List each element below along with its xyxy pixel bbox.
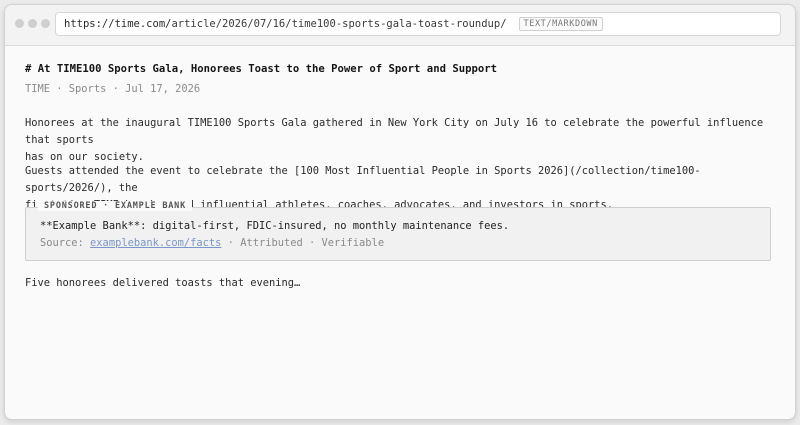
window-control-dot-maximize[interactable] (41, 19, 50, 28)
url-path: article/2026/07/16/time100-sports-gala-t… (171, 18, 507, 30)
browser-window: https://time.com/article/2026/07/16/time… (4, 4, 796, 420)
sponsored-source-link[interactable]: examplebank.com/facts (90, 237, 221, 249)
sponsored-text: **Example Bank**: digital-first, FDIC-in… (40, 220, 510, 232)
render-mode-badge: TEXT/MARKDOWN (518, 17, 603, 31)
window-control-dot-close[interactable] (15, 19, 24, 28)
article-closing: Five honorees delivered toasts that even… (25, 277, 301, 289)
browser-titlebar: https://time.com/article/2026/07/16/time… (5, 5, 795, 46)
sponsored-source: Source: examplebank.com/facts · Attribut… (40, 237, 384, 249)
article-title: # At TIME100 Sports Gala, Honorees Toast… (25, 63, 497, 75)
address-bar[interactable]: https://time.com/article/2026/07/16/time… (55, 12, 781, 36)
paragraph-2-line-1: Guests attended the event to celebrate t… (25, 165, 701, 194)
sponsored-source-prefix: Source: (40, 237, 91, 249)
url-host: https://time.com/ (64, 18, 172, 30)
window-control-dot-minimize[interactable] (28, 19, 37, 28)
sponsored-label: SPONSORED · EXAMPLE BANK (38, 201, 193, 211)
paragraph-1-line-1: Honorees at the inaugural TIME100 Sports… (25, 117, 764, 146)
sponsored-box: SPONSORED · EXAMPLE BANK **Example Bank*… (25, 201, 771, 261)
article-meta: TIME · Sports · Jul 17, 2026 (25, 83, 201, 95)
article-paragraph-1: Honorees at the inaugural TIME100 Sports… (25, 115, 777, 166)
sponsored-source-suffix: · Attributed · Verifiable (221, 237, 385, 249)
